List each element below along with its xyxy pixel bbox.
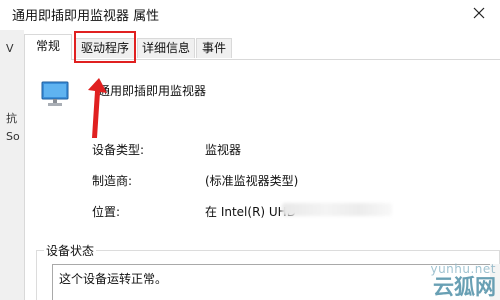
manufacturer-label: 制造商:	[92, 174, 133, 188]
device-type-label: 设备类型:	[92, 143, 145, 157]
tab-details[interactable]: 详细信息	[137, 38, 195, 58]
watermark: yunhu.net 云狐网	[430, 262, 496, 298]
device-name: 通用即插即用监视器	[98, 84, 207, 98]
window-title: 通用即插即用监视器 属性	[12, 9, 160, 24]
background-text-fragment: 抗	[6, 112, 17, 125]
device-status-text: 这个设备运转正常。	[59, 272, 168, 286]
tab-events[interactable]: 事件	[196, 38, 232, 58]
device-status-label: 设备状态	[44, 242, 97, 259]
tab-general[interactable]: 常规	[24, 34, 72, 60]
location-label: 位置:	[92, 205, 121, 219]
device-type-value: 监视器	[205, 143, 242, 157]
screenshot: V 抗 So 通用即插即用监视器 属性 常规 驱动程序 详细信息 事件 通用即插…	[0, 0, 500, 300]
background-text-fragment: So	[6, 130, 20, 143]
manufacturer-value: (标准监视器类型)	[205, 174, 299, 188]
highlight-box	[74, 31, 136, 63]
redacted-blur	[282, 203, 392, 216]
watermark-text: 云狐网	[433, 274, 496, 299]
close-icon[interactable]	[468, 4, 490, 22]
title-bar: 通用即插即用监视器 属性	[0, 0, 500, 30]
background-window-strip: V 抗 So	[0, 30, 24, 300]
monitor-icon	[40, 80, 70, 108]
